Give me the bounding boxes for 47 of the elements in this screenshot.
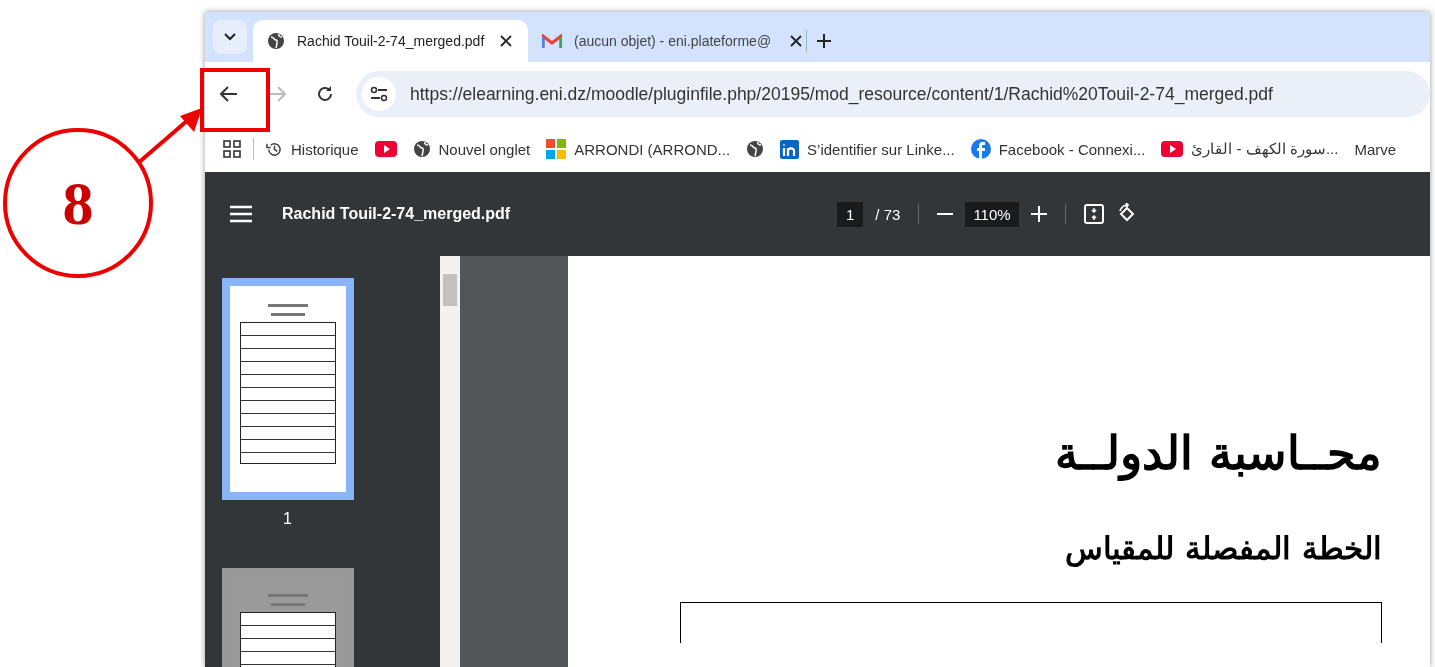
bookmark-link[interactable]: سورة الكهف - القارئ... [1191, 140, 1339, 158]
tab-title: Rachid Touil-2-74_merged.pdf [297, 33, 486, 49]
tab-title: (aucun objet) - eni.plateforme@ [574, 33, 773, 49]
mail-icon [542, 33, 562, 49]
forward-arrow-icon[interactable] [268, 86, 286, 102]
four-squares-logo-icon [546, 139, 567, 159]
scrollbar[interactable] [440, 256, 460, 667]
fit-page-icon[interactable] [1083, 204, 1104, 224]
bookmark-link[interactable]: Historique [291, 140, 359, 158]
document-heading: محــاسبة الدولــة [1055, 426, 1382, 480]
globe-icon [267, 32, 285, 50]
address-bar[interactable]: https://elearning.eni.dz/moodle/pluginfile.php/20195/mod_resource/content/1/Rachid%20Touil-2-74_merged.pdf [356, 71, 1430, 117]
globe-icon [412, 140, 431, 158]
bookmark-link[interactable]: Nouvel onglet [438, 140, 531, 158]
document-subheading: الخطة المفصلة للمقياس [1065, 530, 1382, 566]
new-tab-icon[interactable] [817, 34, 831, 48]
play-button-icon [1161, 141, 1184, 157]
back-arrow-icon[interactable] [220, 86, 238, 102]
document-title: Rachid Touil-2-74_merged.pdf [282, 205, 512, 223]
history-clock-icon [266, 140, 283, 158]
linkedin-logo-icon [780, 139, 800, 159]
bookmark-link[interactable]: Facebook - Connexi... [998, 140, 1146, 158]
chevron-down-icon [224, 33, 236, 41]
highlight-box [200, 68, 270, 132]
step-number: 8 [62, 167, 94, 239]
close-icon[interactable] [500, 35, 512, 47]
bookmark-link[interactable]: S’identifier sur Linke... [807, 140, 955, 158]
reload-icon[interactable] [316, 85, 334, 103]
zoom-level-field[interactable]: 110% [965, 201, 1019, 227]
zoom-in-icon[interactable] [1030, 206, 1047, 222]
page-number-field[interactable]: 1 [837, 201, 864, 227]
browser-tab[interactable]: (aucun objet) - eni.plateforme@ [528, 20, 818, 62]
close-icon[interactable] [790, 35, 802, 47]
bookmark-link[interactable]: ARRONDI (ARROND... [574, 140, 731, 158]
page-thumbnail[interactable] [221, 278, 354, 500]
facebook-logo-icon [970, 139, 991, 159]
bookmark-link[interactable]: Marve [1354, 140, 1397, 158]
url-text: https://elearning.eni.dz/moodle/pluginfile.php/20195/mod_resource/content/1/Rachid%20Touil-2-74_merged.pdf [410, 83, 1273, 105]
site-settings-icon[interactable] [362, 77, 396, 111]
page-number-label: 1 [283, 510, 292, 528]
globe-icon [746, 140, 765, 158]
apps-grid-icon[interactable] [223, 140, 241, 158]
page-count: / 73 [875, 205, 901, 223]
tab-list-button[interactable] [213, 20, 247, 54]
menu-icon[interactable] [230, 205, 252, 223]
play-button-icon [374, 141, 397, 157]
browser-tab[interactable]: Rachid Touil-2-74_merged.pdf [253, 20, 528, 62]
